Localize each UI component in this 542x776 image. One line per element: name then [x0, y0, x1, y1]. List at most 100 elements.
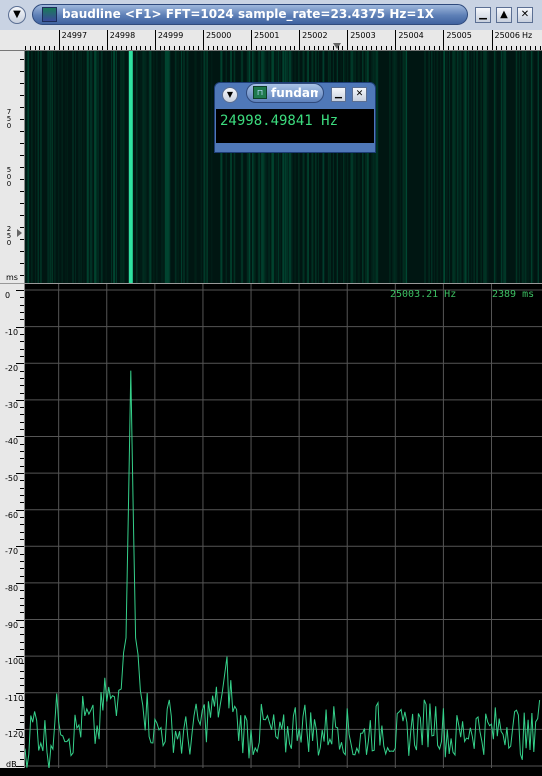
- db-tick-label: -90: [5, 620, 19, 630]
- freq-minor-tick: [82, 46, 84, 50]
- minimize-button[interactable]: ▁: [475, 7, 491, 23]
- freq-unit-label: Hz: [522, 31, 533, 40]
- db-minor-tick: [20, 553, 24, 555]
- waterfall-noise-streak: [83, 51, 85, 283]
- time-minor-tick: [20, 227, 24, 228]
- waterfall-noise-streak: [503, 51, 505, 283]
- freq-minor-tick: [226, 46, 228, 50]
- freq-minor-tick: [472, 46, 474, 50]
- freq-minor-tick: [448, 46, 450, 50]
- waterfall-noise-streak: [449, 51, 450, 283]
- freq-minor-tick: [284, 46, 286, 50]
- fundamental-minimize-button[interactable]: ▁: [331, 87, 346, 102]
- freq-minor-tick: [111, 46, 113, 50]
- baudline-app-icon: [42, 7, 57, 22]
- waterfall-noise-streak: [494, 51, 496, 283]
- freq-minor-tick: [207, 46, 209, 50]
- freq-minor-tick: [212, 46, 214, 50]
- freq-tick-label: 25004: [398, 31, 424, 40]
- waterfall-noise-streak: [495, 51, 497, 283]
- close-button[interactable]: ✕: [517, 7, 533, 23]
- minimize-icon: ▁: [479, 9, 487, 20]
- freq-minor-tick: [438, 46, 440, 50]
- waterfall-noise-streak: [162, 51, 165, 283]
- waterfall-noise-streak: [525, 51, 528, 283]
- db-minor-tick: [20, 333, 24, 335]
- db-minor-tick: [20, 311, 24, 313]
- waterfall-noise-streak: [459, 51, 462, 283]
- freq-minor-tick: [265, 46, 267, 50]
- waterfall-noise-streak: [47, 51, 50, 283]
- time-minor-tick: [20, 143, 24, 144]
- fundamental-menu-button[interactable]: ▼: [222, 87, 238, 103]
- db-minor-tick: [20, 414, 24, 416]
- waterfall-noise-streak: [54, 51, 56, 283]
- db-minor-tick: [20, 582, 24, 584]
- waterfall-noise-streak: [186, 51, 189, 283]
- db-minor-tick: [20, 597, 24, 599]
- waterfall-noise-streak: [532, 51, 534, 283]
- db-minor-tick: [20, 766, 24, 767]
- db-minor-tick: [20, 531, 24, 533]
- freq-minor-tick: [145, 46, 147, 50]
- db-minor-tick: [20, 758, 24, 760]
- freq-minor-tick: [275, 46, 277, 50]
- waterfall-noise-streak: [40, 51, 42, 283]
- db-minor-tick: [20, 319, 24, 321]
- db-tick-label: -100: [5, 657, 24, 667]
- waterfall-noise-streak: [32, 51, 33, 283]
- db-tick-label: -40: [5, 437, 19, 447]
- freq-minor-tick: [428, 46, 430, 50]
- freq-minor-tick: [150, 46, 152, 50]
- db-tick-label: -120: [5, 730, 24, 740]
- db-minor-tick: [20, 524, 24, 526]
- freq-minor-tick: [419, 46, 421, 50]
- db-minor-tick: [20, 619, 24, 621]
- db-minor-tick: [20, 546, 24, 548]
- waterfall-noise-streak: [161, 51, 163, 283]
- db-tick-label: -70: [5, 547, 19, 557]
- db-minor-tick: [20, 685, 24, 687]
- time-tick-label: 750: [6, 108, 12, 130]
- freq-minor-tick: [400, 46, 402, 50]
- waterfall-noise-streak: [116, 51, 117, 283]
- freq-minor-tick: [130, 46, 132, 50]
- window-menu-button[interactable]: ▼: [8, 6, 26, 24]
- maximize-icon: ▲: [500, 9, 508, 20]
- db-minor-tick: [20, 736, 24, 738]
- freq-minor-tick: [539, 46, 541, 50]
- waterfall-noise-streak: [537, 51, 539, 283]
- freq-minor-tick: [443, 46, 445, 50]
- freq-minor-tick: [529, 46, 531, 50]
- spectrum-plot[interactable]: [24, 284, 542, 769]
- freq-minor-tick: [164, 46, 166, 50]
- freq-minor-tick: [121, 46, 123, 50]
- freq-minor-tick: [371, 46, 373, 50]
- freq-minor-tick: [241, 46, 243, 50]
- freq-minor-tick: [135, 46, 137, 50]
- waterfall-noise-streak: [392, 51, 394, 283]
- freq-minor-tick: [77, 46, 79, 50]
- waterfall-noise-streak: [527, 51, 529, 283]
- frequency-ruler[interactable]: Hz 24997 24998 24999 25000 25001 25002 25003 25…: [0, 30, 542, 51]
- fundamental-close-button[interactable]: ✕: [352, 87, 367, 102]
- freq-minor-tick: [491, 46, 493, 50]
- waterfall-noise-streak: [97, 51, 99, 283]
- db-minor-tick: [20, 568, 24, 570]
- db-minor-tick: [20, 290, 24, 291]
- db-tick-label: -110: [5, 693, 24, 703]
- freq-minor-tick: [39, 46, 41, 50]
- freq-minor-tick: [106, 46, 108, 50]
- db-minor-tick: [20, 421, 24, 423]
- fundamental-frequency-value: 24998.49841 Hz: [220, 113, 339, 129]
- freq-minor-tick: [433, 46, 435, 50]
- maximize-button[interactable]: ▲: [496, 7, 512, 23]
- time-cursor-marker-icon: [17, 229, 22, 237]
- freq-minor-tick: [183, 46, 185, 50]
- close-icon: ✕: [355, 89, 364, 99]
- waterfall-noise-streak: [105, 51, 107, 283]
- db-minor-tick: [20, 443, 24, 445]
- waterfall-noise-streak: [37, 51, 39, 283]
- freq-minor-tick: [313, 46, 315, 50]
- freq-minor-tick: [34, 46, 36, 50]
